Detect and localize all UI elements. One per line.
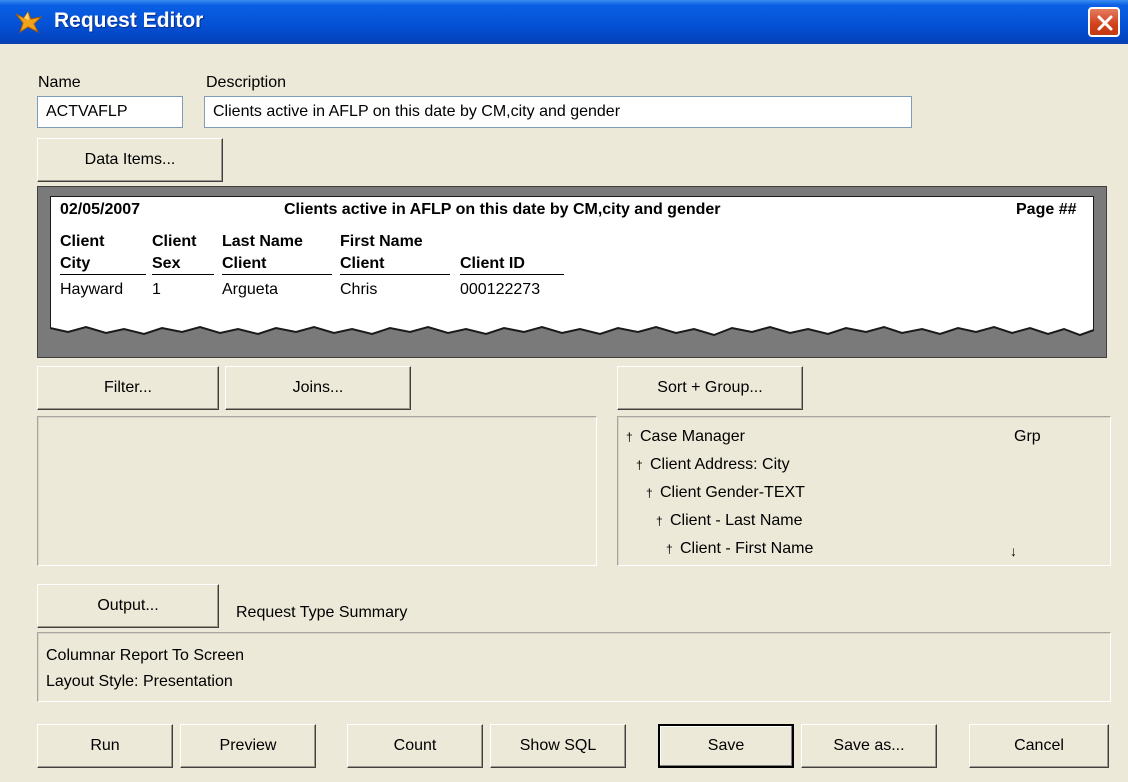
column-header-line1: Client xyxy=(60,233,105,250)
filter-button-label: Filter... xyxy=(103,379,152,396)
filter-panel[interactable] xyxy=(37,416,597,566)
sort-group-panel[interactable]: † Case Manager Grp † Client Address: City … xyxy=(617,416,1111,566)
close-button[interactable] xyxy=(1088,7,1120,37)
output-button-label: Output... xyxy=(97,597,159,614)
preview-button-label: Preview xyxy=(219,737,277,754)
sort-ascending-icon: † xyxy=(626,430,633,444)
sort-item-label: Client - Last Name xyxy=(670,512,803,529)
column-header-sex: Sex xyxy=(152,254,214,275)
run-button[interactable]: Run xyxy=(37,724,173,768)
data-items-button-label: Data Items... xyxy=(84,151,176,168)
column-header-client-id: Client ID xyxy=(460,254,564,275)
sort-item-label: Client - First Name xyxy=(680,540,814,557)
group-break-arrow-icon: ↓ xyxy=(1010,543,1017,559)
run-button-label: Run xyxy=(90,737,120,754)
preview-button[interactable]: Preview xyxy=(180,724,316,768)
filter-button[interactable]: Filter... xyxy=(37,366,219,410)
cancel-button-label: Cancel xyxy=(1014,737,1064,754)
close-icon xyxy=(1097,15,1113,31)
sort-item-label: Case Manager xyxy=(640,428,745,445)
window-title: Request Editor xyxy=(54,9,204,32)
report-cell: 000122273 xyxy=(460,281,541,298)
sort-item-label: Client Gender-TEXT xyxy=(660,484,805,501)
report-page: Page ## xyxy=(1016,201,1077,218)
save-button-label: Save xyxy=(707,737,745,754)
request-type-summary-label: Request Type Summary xyxy=(236,604,408,621)
sort-group-button-label: Sort + Group... xyxy=(657,379,763,396)
sort-ascending-icon: † xyxy=(646,486,653,500)
title-bar[interactable]: Request Editor xyxy=(0,0,1128,44)
description-input[interactable]: Clients active in AFLP on this date by C… xyxy=(204,96,912,128)
joins-button-label: Joins... xyxy=(292,379,344,396)
request-editor-window: Request Editor Name Description ACTVAFLP… xyxy=(0,0,1128,782)
name-label: Name xyxy=(38,74,81,91)
sort-item-gender[interactable]: † Client Gender-TEXT xyxy=(646,483,805,503)
sort-ascending-icon: † xyxy=(656,514,663,528)
data-items-button[interactable]: Data Items... xyxy=(37,138,223,182)
save-as-button-label: Save as... xyxy=(833,737,905,754)
output-button[interactable]: Output... xyxy=(37,584,219,628)
sort-item-label: Client Address: City xyxy=(650,456,790,473)
group-column-label: Grp xyxy=(1014,428,1041,445)
column-header-last-name: Client xyxy=(222,254,332,275)
sort-ascending-icon: † xyxy=(636,458,643,472)
report-cell: Argueta xyxy=(222,281,279,298)
report-preview: 02/05/2007 Clients active in AFLP on thi… xyxy=(50,196,1094,350)
count-button-label: Count xyxy=(393,737,437,754)
sort-item-city[interactable]: † Client Address: City xyxy=(636,455,790,475)
description-label: Description xyxy=(206,74,287,91)
column-header-line1: Last Name xyxy=(222,233,303,250)
summary-line: Layout Style: Presentation xyxy=(46,673,233,690)
show-sql-button-label: Show SQL xyxy=(519,737,597,754)
sort-ascending-icon: † xyxy=(666,542,673,556)
sort-group-button[interactable]: Sort + Group... xyxy=(617,366,803,410)
sort-item-case-manager[interactable]: † Case Manager xyxy=(626,427,745,447)
request-type-summary-panel: Columnar Report To Screen Layout Style: … xyxy=(37,632,1111,702)
report-date: 02/05/2007 xyxy=(60,201,141,218)
report-cell: Chris xyxy=(340,281,378,298)
report-title: Clients active in AFLP on this date by C… xyxy=(284,201,721,218)
save-as-button[interactable]: Save as... xyxy=(801,724,937,768)
column-header-line1: Client xyxy=(152,233,197,250)
sort-item-last-name[interactable]: † Client - Last Name xyxy=(656,511,803,531)
column-header-first-name: Client xyxy=(340,254,450,275)
sort-item-first-name[interactable]: † Client - First Name xyxy=(666,539,813,559)
app-fox-icon xyxy=(14,8,44,36)
save-button[interactable]: Save xyxy=(658,724,794,768)
joins-button[interactable]: Joins... xyxy=(225,366,411,410)
show-sql-button[interactable]: Show SQL xyxy=(490,724,626,768)
column-header-line1: First Name xyxy=(340,233,423,250)
report-cell: Hayward xyxy=(60,281,124,298)
cancel-button[interactable]: Cancel xyxy=(969,724,1109,768)
column-header-city: City xyxy=(60,254,146,275)
summary-line: Columnar Report To Screen xyxy=(46,647,245,664)
count-button[interactable]: Count xyxy=(347,724,483,768)
report-cell: 1 xyxy=(152,281,161,298)
name-input[interactable]: ACTVAFLP xyxy=(37,96,183,128)
